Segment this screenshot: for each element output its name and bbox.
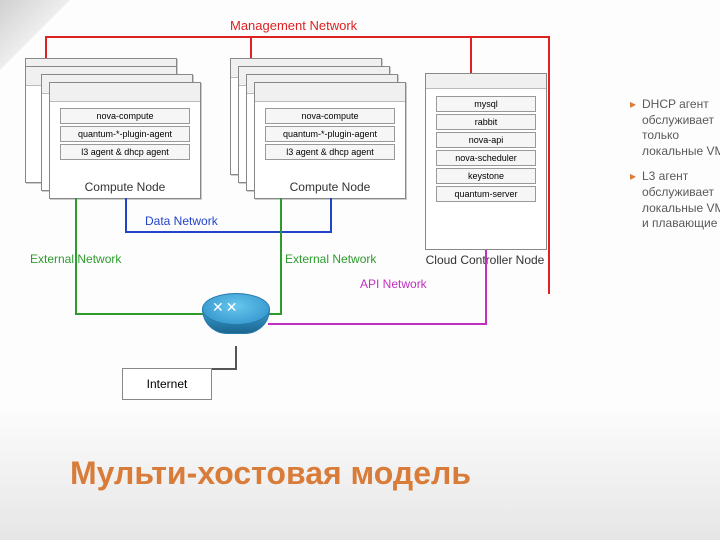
api-network-label: API Network bbox=[360, 278, 427, 291]
node-card-front: nova-compute quantum-*-plugin-agent l3 a… bbox=[49, 82, 201, 199]
architecture-diagram: Management Network nova-compute quantum-… bbox=[30, 18, 580, 408]
bullet-item: DHCP агент обслуживает только локальные … bbox=[630, 97, 720, 159]
bullet-list: DHCP агент обслуживает только локальные … bbox=[590, 97, 720, 242]
service-item: nova-scheduler bbox=[436, 150, 536, 166]
service-item: keystone bbox=[436, 168, 536, 184]
service-item: nova-api bbox=[436, 132, 536, 148]
service-list: nova-compute quantum-*-plugin-agent l3 a… bbox=[60, 108, 190, 162]
router-icon: ✕✕ bbox=[200, 293, 270, 347]
slide: Мульти-хостовая модель DHCP агент обслуж… bbox=[0, 0, 720, 540]
service-item: l3 agent & dhcp agent bbox=[60, 144, 190, 160]
external-network-label: External Network bbox=[285, 253, 376, 266]
service-list: mysql rabbit nova-api nova-scheduler key… bbox=[436, 96, 536, 204]
service-item: quantum-server bbox=[436, 186, 536, 202]
data-line bbox=[125, 198, 127, 233]
node-label: Compute Node bbox=[255, 180, 405, 194]
service-item: nova-compute bbox=[60, 108, 190, 124]
node-card-front: nova-compute quantum-*-plugin-agent l3 a… bbox=[254, 82, 406, 199]
internet-line bbox=[235, 346, 237, 370]
ext-line bbox=[75, 313, 205, 315]
slide-title: Мульти-хостовая модель bbox=[70, 455, 471, 492]
service-item: rabbit bbox=[436, 114, 536, 130]
service-item: quantum-*-plugin-agent bbox=[60, 126, 190, 142]
data-line bbox=[330, 198, 332, 233]
node-label: Compute Node bbox=[50, 180, 200, 194]
mgmt-line bbox=[45, 36, 550, 38]
data-network-label: Data Network bbox=[145, 214, 218, 228]
service-item: mysql bbox=[436, 96, 536, 112]
service-item: l3 agent & dhcp agent bbox=[265, 144, 395, 160]
mgmt-line bbox=[470, 36, 472, 78]
service-item: nova-compute bbox=[265, 108, 395, 124]
service-list: nova-compute quantum-*-plugin-agent l3 a… bbox=[265, 108, 395, 162]
external-network-label: External Network bbox=[30, 253, 121, 266]
cloud-controller-node: mysql rabbit nova-api nova-scheduler key… bbox=[425, 73, 547, 250]
ext-line bbox=[280, 198, 282, 313]
management-network-label: Management Network bbox=[230, 18, 357, 33]
internet-box: Internet bbox=[122, 368, 212, 400]
bullet-item: L3 агент обслуживает локальные VMs и пла… bbox=[630, 169, 720, 231]
api-line bbox=[268, 323, 487, 325]
service-item: quantum-*-plugin-agent bbox=[265, 126, 395, 142]
data-line bbox=[125, 231, 332, 233]
api-line bbox=[485, 250, 487, 325]
